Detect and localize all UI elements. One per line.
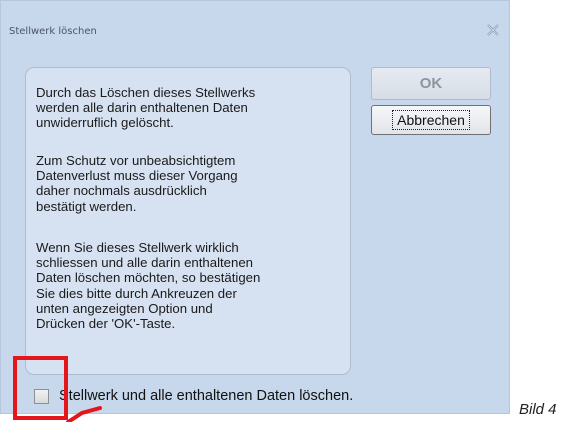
dialog-title: Stellwerk löschen [9, 26, 97, 37]
info-paragraph-1: Durch das Löschen dieses Stellwerks werd… [36, 85, 256, 131]
info-paragraph-3: Wenn Sie dieses Stellwerk wirklich schli… [36, 240, 261, 332]
close-icon [487, 24, 499, 36]
delete-option-label[interactable]: Stellwerk und alle enthaltenen Daten lös… [59, 388, 353, 404]
cancel-button[interactable]: Abbrechen [371, 105, 491, 135]
close-button[interactable] [484, 22, 502, 38]
figure-caption: Bild 4 [519, 401, 557, 418]
screenshot-page: Stellwerk löschen Durch das Löschen dies… [0, 0, 578, 422]
delete-confirm-checkbox[interactable] [34, 388, 49, 404]
delete-option-row: Stellwerk und alle enthaltenen Daten lös… [34, 386, 353, 406]
cancel-button-label: Abbrechen [392, 110, 470, 130]
ok-button[interactable]: OK [371, 67, 491, 100]
info-paragraph-2: Zum Schutz vor unbeabsichtigtem Datenver… [36, 153, 238, 214]
